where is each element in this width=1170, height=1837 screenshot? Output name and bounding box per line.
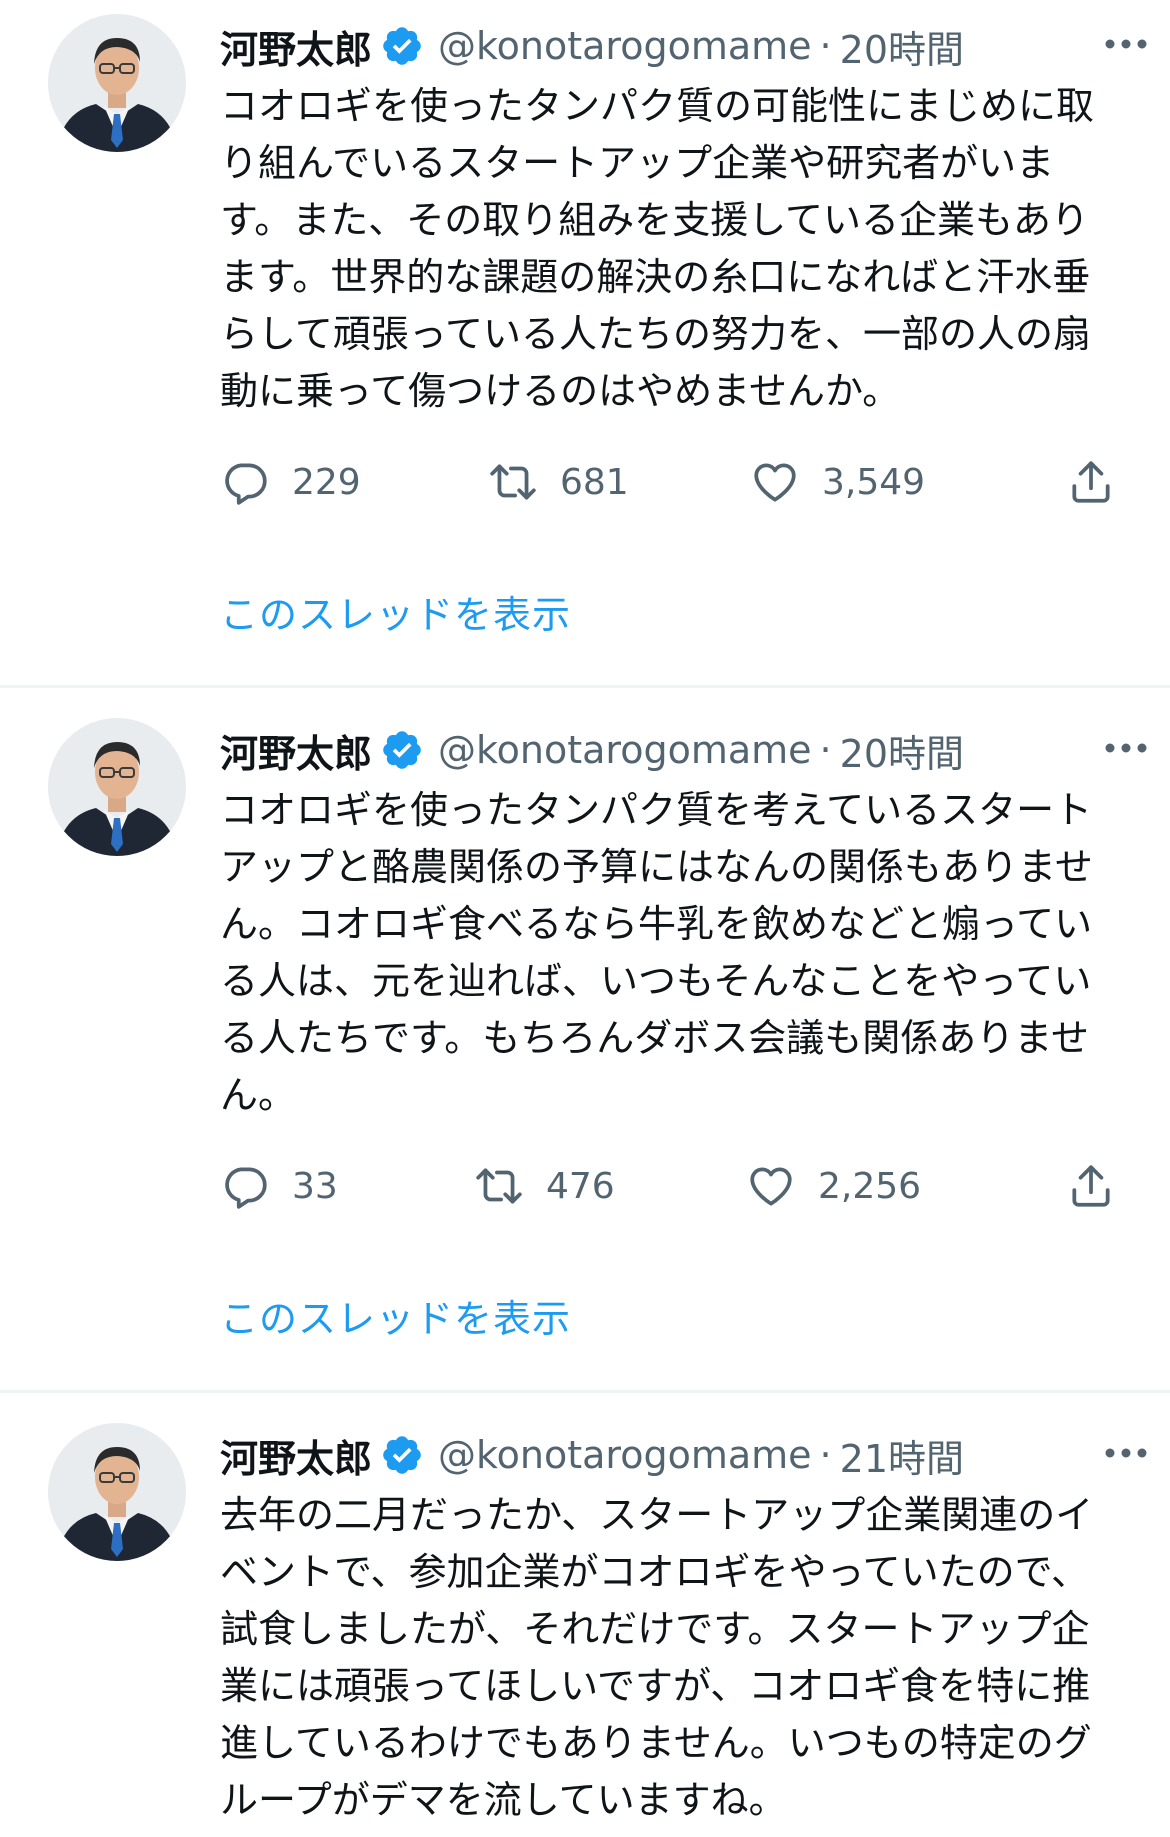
like-button[interactable]: 3,549 (750, 452, 925, 512)
reply-count: 229 (292, 461, 361, 503)
verified-badge-icon (380, 24, 424, 68)
separator-dot: · (819, 728, 832, 772)
avatar[interactable] (48, 718, 186, 856)
reply-bubble-icon (220, 1161, 292, 1211)
retweet-arrows-icon (488, 457, 560, 507)
more-dots-icon[interactable] (1100, 726, 1152, 770)
verified-badge-icon (380, 1433, 424, 1477)
action-bar: 229 681 3,549 (220, 452, 1120, 512)
timestamp[interactable]: 20時間 (840, 19, 964, 74)
timestamp[interactable]: 21時間 (840, 1428, 964, 1483)
retweet-count: 681 (560, 461, 629, 503)
retweet-count: 476 (546, 1165, 615, 1207)
more-dots-icon[interactable] (1100, 22, 1152, 66)
avatar[interactable] (48, 1423, 186, 1561)
display-name[interactable]: 河野太郎 (220, 1428, 372, 1483)
tweet-header: 河野太郎 @konotarogomame · 20時間 (220, 18, 1140, 74)
like-count: 2,256 (818, 1165, 922, 1207)
verified-badge-icon (380, 728, 424, 772)
share-upload-icon (1066, 1161, 1116, 1211)
retweet-button[interactable]: 681 (488, 452, 629, 512)
heart-icon (750, 457, 822, 507)
separator-dot: · (819, 24, 832, 68)
reply-button[interactable]: 33 (220, 1156, 338, 1216)
timestamp[interactable]: 20時間 (840, 723, 964, 778)
show-thread-link[interactable]: このスレッドを表示 (220, 1288, 571, 1343)
tweet-header: 河野太郎 @konotarogomame · 20時間 (220, 722, 1140, 778)
tweet[interactable]: 河野太郎 @konotarogomame · 20時間 コオロギを使ったタンパク… (0, 688, 1170, 1393)
display-name[interactable]: 河野太郎 (220, 723, 372, 778)
avatar[interactable] (48, 14, 186, 152)
user-handle[interactable]: @konotarogomame (438, 1433, 812, 1477)
like-button[interactable]: 2,256 (746, 1156, 921, 1216)
reply-button[interactable]: 229 (220, 452, 361, 512)
display-name[interactable]: 河野太郎 (220, 19, 372, 74)
separator-dot: · (819, 1433, 832, 1477)
tweet-header: 河野太郎 @konotarogomame · 21時間 (220, 1427, 1140, 1483)
reply-bubble-icon (220, 457, 292, 507)
tweet[interactable]: 河野太郎 @konotarogomame · 20時間 コオロギを使ったタンパク… (0, 0, 1170, 688)
action-bar: 33 476 2,256 (220, 1156, 1120, 1216)
user-handle[interactable]: @konotarogomame (438, 24, 812, 68)
like-count: 3,549 (822, 461, 926, 503)
tweet-text: コオロギを使ったタンパク質を考えているスタートアップと酪農関係の予算にはなんの関… (220, 788, 1093, 1117)
heart-icon (746, 1161, 818, 1211)
tweet-text: コオロギを使ったタンパク質の可能性にまじめに取り組んでいるスタートアップ企業や研… (220, 84, 1095, 413)
share-button[interactable] (1066, 1156, 1116, 1216)
share-upload-icon (1066, 457, 1116, 507)
show-thread-link[interactable]: このスレッドを表示 (220, 584, 571, 639)
tweet[interactable]: 河野太郎 @konotarogomame · 21時間 去年の二月だったか、スタ… (0, 1393, 1170, 1837)
retweet-arrows-icon (474, 1161, 546, 1211)
tweet-text: 去年の二月だったか、スタートアップ企業関連のイベントで、参加企業がコオロギをやっ… (220, 1493, 1094, 1822)
retweet-button[interactable]: 476 (474, 1156, 615, 1216)
more-dots-icon[interactable] (1100, 1431, 1152, 1475)
reply-count: 33 (292, 1165, 338, 1207)
user-handle[interactable]: @konotarogomame (438, 728, 812, 772)
share-button[interactable] (1066, 452, 1116, 512)
